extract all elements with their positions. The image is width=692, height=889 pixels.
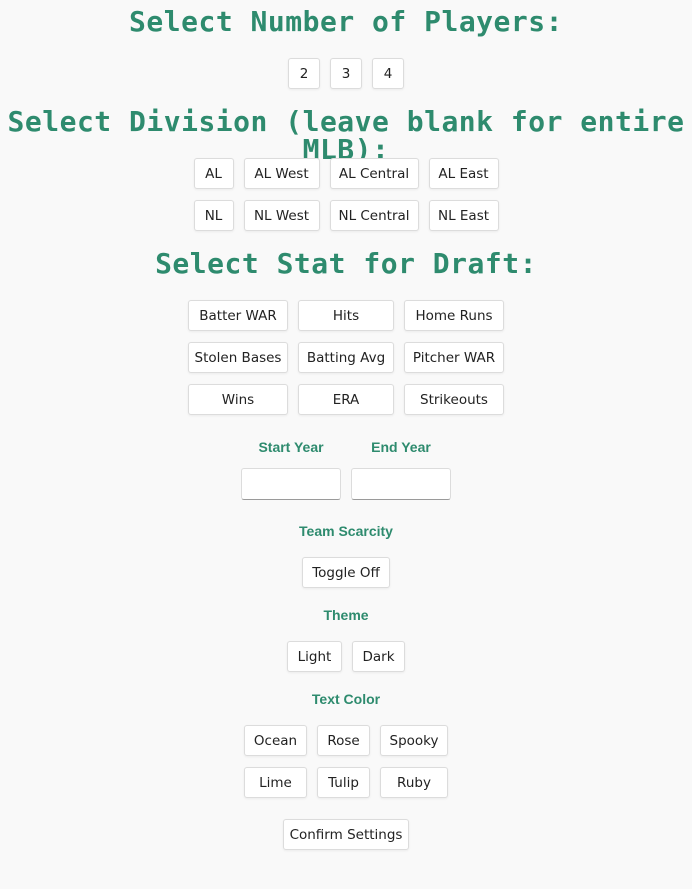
players-3-button[interactable]: 3 [330, 58, 362, 89]
division-al-east-button[interactable]: AL East [428, 158, 499, 189]
division-row-nl: NL NL West NL Central NL East [0, 200, 692, 231]
division-al-west-button[interactable]: AL West [243, 158, 320, 189]
players-2-button[interactable]: 2 [288, 58, 320, 89]
color-lime-button[interactable]: Lime [244, 767, 307, 798]
stat-home-runs-button[interactable]: Home Runs [404, 300, 504, 331]
theme-row: Light Dark [0, 641, 692, 672]
year-inputs [0, 468, 692, 500]
start-year-input[interactable] [241, 468, 341, 500]
end-year-input[interactable] [351, 468, 451, 500]
division-nl-east-button[interactable]: NL East [428, 200, 499, 231]
theme-dark-button[interactable]: Dark [352, 641, 405, 672]
players-4-button[interactable]: 4 [372, 58, 404, 89]
color-spooky-button[interactable]: Spooky [380, 725, 448, 756]
division-nl-central-button[interactable]: NL Central [329, 200, 419, 231]
stat-batting-avg-button[interactable]: Batting Avg [298, 342, 394, 373]
theme-label: Theme [323, 607, 369, 623]
division-heading: Select Division (leave blank for entire … [7, 105, 685, 166]
color-rose-button[interactable]: Rose [317, 725, 370, 756]
division-nl-west-button[interactable]: NL West [243, 200, 320, 231]
color-ocean-button[interactable]: Ocean [244, 725, 307, 756]
division-al-central-button[interactable]: AL Central [329, 158, 419, 189]
players-heading: Select Number of Players: [129, 5, 563, 38]
confirm-settings-button[interactable]: Confirm Settings [283, 819, 409, 850]
stat-heading: Select Stat for Draft: [155, 247, 537, 280]
team-scarcity-row: Toggle Off [0, 557, 692, 588]
team-scarcity-label: Team Scarcity [299, 523, 393, 539]
division-row-al: AL AL West AL Central AL East [0, 158, 692, 189]
division-al-button[interactable]: AL [193, 158, 234, 189]
stat-strikeouts-button[interactable]: Strikeouts [404, 384, 504, 415]
end-year-label: End Year [371, 439, 431, 455]
text-color-row-2: Lime Tulip Ruby [0, 767, 692, 798]
stat-stolen-bases-button[interactable]: Stolen Bases [188, 342, 288, 373]
stat-hits-button[interactable]: Hits [298, 300, 394, 331]
confirm-row: Confirm Settings [0, 819, 692, 850]
stat-row-2: Stolen Bases Batting Avg Pitcher WAR [0, 342, 692, 373]
stat-row-3: Wins ERA Strikeouts [0, 384, 692, 415]
division-nl-button[interactable]: NL [193, 200, 234, 231]
text-color-row-1: Ocean Rose Spooky [0, 725, 692, 756]
color-tulip-button[interactable]: Tulip [317, 767, 370, 798]
text-color-label: Text Color [311, 691, 381, 707]
stat-wins-button[interactable]: Wins [188, 384, 288, 415]
year-labels: Start Year End Year [0, 439, 692, 455]
color-ruby-button[interactable]: Ruby [380, 767, 448, 798]
stat-era-button[interactable]: ERA [298, 384, 394, 415]
team-scarcity-toggle-button[interactable]: Toggle Off [302, 557, 390, 588]
players-options: 2 3 4 [0, 58, 692, 89]
start-year-label: Start Year [258, 439, 324, 455]
stat-row-1: Batter WAR Hits Home Runs [0, 300, 692, 331]
theme-light-button[interactable]: Light [287, 641, 342, 672]
stat-batter-war-button[interactable]: Batter WAR [188, 300, 288, 331]
stat-pitcher-war-button[interactable]: Pitcher WAR [404, 342, 504, 373]
